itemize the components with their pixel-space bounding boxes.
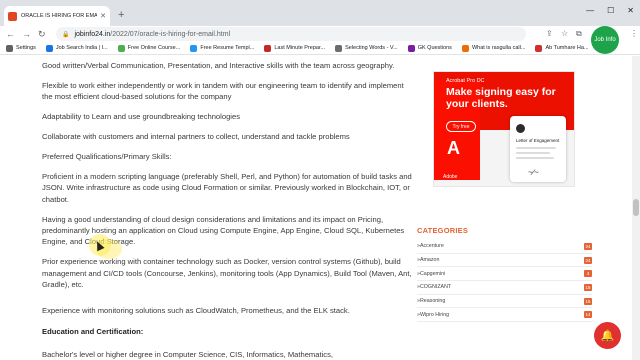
minimize-icon[interactable]: — xyxy=(586,6,594,15)
doc-line xyxy=(516,147,556,149)
notification-bell-icon[interactable]: 🔔 xyxy=(594,322,621,349)
ad-product: Acrobat Pro DC xyxy=(446,78,485,84)
bookmark-item[interactable]: GK Questions xyxy=(407,44,452,52)
bookmark-label: Last Minute Prepar... xyxy=(274,45,326,51)
category-count-badge: 15 xyxy=(584,284,592,292)
bookmark-item[interactable]: Settings xyxy=(6,44,36,52)
address-bar[interactable]: 🔒 jobinfo24.in /2022/07/oracle-is-hiring… xyxy=(56,27,526,41)
adobe-ad[interactable]: A Adobe Acrobat Pro DC Make signing easy… xyxy=(433,71,575,187)
bookmark-favicon-icon xyxy=(117,44,125,52)
section-label: Preferred Qualifications/Primary Skills: xyxy=(42,152,172,162)
extensions-icon[interactable]: ⧉ xyxy=(576,29,582,39)
bookmark-item[interactable]: Free Resume Templ... xyxy=(190,44,255,52)
scrollbar-thumb[interactable] xyxy=(633,199,639,216)
ad-headline: Make signing easy for your clients. xyxy=(446,86,556,110)
bookmark-label: Job Search India | I... xyxy=(55,45,108,51)
article-paragraph: Collaborate with customers and internal … xyxy=(42,132,350,142)
category-item[interactable]: » COGNIZANT 15 xyxy=(417,281,592,295)
category-label: Capgemini xyxy=(419,270,446,277)
url-domain: jobinfo24.in xyxy=(74,30,111,38)
job-info-button[interactable]: Job Info xyxy=(591,26,619,54)
lock-icon[interactable]: 🔒 xyxy=(62,31,69,38)
bookmark-favicon-icon xyxy=(264,44,272,52)
category-item[interactable]: » Amazon 24 xyxy=(417,254,592,268)
bookmark-favicon-icon xyxy=(335,44,343,52)
categories-heading: CATEGORIES xyxy=(417,226,469,235)
bookmark-item[interactable]: Ab Tumhare Ha... xyxy=(535,44,589,52)
menu-icon[interactable]: ⋮ xyxy=(630,29,638,38)
article-paragraph: Bachelor's level or higher degree in Com… xyxy=(42,350,333,360)
category-count-badge: 15 xyxy=(584,297,592,305)
bookmark-label: Free Online Course... xyxy=(127,45,181,51)
site-favicon-icon xyxy=(8,11,17,21)
category-item[interactable]: » Reasoning 15 xyxy=(417,295,592,309)
article-paragraph: Experience with monitoring solutions suc… xyxy=(42,305,350,315)
reload-icon[interactable]: ↻ xyxy=(38,27,46,41)
bookmark-label: GK Questions xyxy=(417,45,452,51)
category-count-badge: 14 xyxy=(584,311,592,319)
article-paragraph: Good written/Verbal Communication, Prese… xyxy=(42,61,395,70)
tab-bar: ORACLE IS HIRING FOR EMAIL ✕ + — ☐ ✕ xyxy=(0,0,640,26)
bookmark-favicon-icon xyxy=(190,44,198,52)
section-heading: Education and Certification: xyxy=(42,327,144,336)
page-content: Good written/Verbal Communication, Prese… xyxy=(0,56,632,360)
bookmark-item[interactable]: Selecting Words - V... xyxy=(335,44,398,52)
category-item[interactable]: » Capgemini 4 xyxy=(417,267,592,282)
close-window-icon[interactable]: ✕ xyxy=(627,6,634,15)
ad-panel: Acrobat Pro DC Make signing easy for you… xyxy=(434,72,574,186)
bookmark-favicon-icon xyxy=(45,44,53,52)
bookmark-item[interactable]: What is rasgulla call... xyxy=(461,44,526,52)
url-path: /2022/07/oracle-is-hiring-for-email.html xyxy=(110,30,231,38)
bookmark-star-icon[interactable]: ☆ xyxy=(561,29,568,38)
ad-doc-title: Letter of Engagement xyxy=(516,138,560,143)
bookmark-favicon-icon xyxy=(407,44,415,52)
new-tab-button[interactable]: + xyxy=(118,8,124,22)
article-paragraph: Adaptability to Learn and use groundbrea… xyxy=(42,112,241,122)
bookmark-label: Selecting Words - V... xyxy=(345,45,398,51)
article-paragraph: Flexible to work either independently or… xyxy=(42,80,404,102)
forward-icon[interactable]: → xyxy=(22,27,31,41)
category-label: Amazon xyxy=(419,257,440,264)
tab-title: ORACLE IS HIRING FOR EMAIL xyxy=(21,13,98,19)
category-label: Accenture xyxy=(419,243,444,250)
bookmark-favicon-icon xyxy=(535,44,543,52)
category-label: Reasoning xyxy=(419,298,446,305)
bookmark-item[interactable]: Free Online Course... xyxy=(117,44,181,52)
signature-icon: ~∕~ xyxy=(528,168,539,177)
tab-close-icon[interactable]: ✕ xyxy=(100,12,106,20)
maximize-icon[interactable]: ☐ xyxy=(607,6,614,15)
article-paragraph: Prior experience working with container … xyxy=(42,257,412,290)
bookmarks-bar: Settings Job Search India | I... Free Onli… xyxy=(0,42,640,55)
category-count-badge: 4 xyxy=(584,270,592,278)
doc-line xyxy=(516,157,554,159)
ad-cta-button[interactable]: Try free xyxy=(446,121,476,132)
category-item[interactable]: » Wipro Hiring 14 xyxy=(417,308,592,323)
ad-document-preview: Letter of Engagement ~∕~ xyxy=(510,116,566,182)
back-icon[interactable]: ← xyxy=(6,27,15,41)
bookmark-favicon-icon xyxy=(461,44,469,52)
share-icon[interactable]: ⇪ xyxy=(546,29,553,38)
category-count-badge: 24 xyxy=(584,243,592,250)
bookmark-label: What is rasgulla call... xyxy=(471,45,526,51)
category-label: COGNIZANT xyxy=(419,284,452,291)
article-body: Good written/Verbal Communication, Prese… xyxy=(42,60,412,360)
bookmark-item[interactable]: Last Minute Prepar... xyxy=(264,44,326,52)
category-label: Wipro Hiring xyxy=(419,311,450,318)
doc-line xyxy=(516,152,550,154)
browser-toolbar: ← → ↻ 🔒 jobinfo24.in /2022/07/oracle-is-… xyxy=(0,26,640,42)
categories-list: » Accenture 24» Amazon 24» Capgemini 4» COG… xyxy=(417,240,592,323)
category-count-badge: 24 xyxy=(584,256,592,264)
category-item[interactable]: » Accenture 24 xyxy=(417,240,592,254)
bookmark-favicon-icon xyxy=(6,44,13,52)
pen-icon xyxy=(516,124,525,133)
window-controls: — ☐ ✕ xyxy=(586,6,634,15)
tab-active[interactable]: ORACLE IS HIRING FOR EMAIL ✕ xyxy=(4,6,110,26)
bookmark-label: Free Resume Templ... xyxy=(200,45,255,51)
article-paragraph: Proficient in a modern scripting languag… xyxy=(42,171,412,204)
bookmark-item[interactable]: Job Search India | I... xyxy=(45,44,108,52)
bookmark-label: Ab Tumhare Ha... xyxy=(545,45,589,51)
bookmark-label: Settings xyxy=(16,45,36,51)
